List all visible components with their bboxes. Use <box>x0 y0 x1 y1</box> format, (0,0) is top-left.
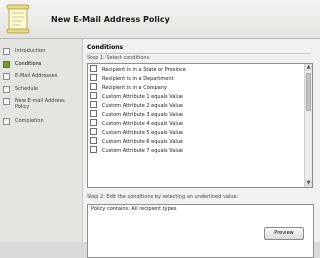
nav-step-schedule[interactable]: Schedule <box>3 86 38 94</box>
step2-label: Step 2: Edit the conditions by selecting… <box>87 194 239 200</box>
nav-step-label: Schedule <box>15 86 38 92</box>
condition-item[interactable]: Recipient is in a State or Province <box>90 65 186 73</box>
condition-checkbox[interactable] <box>90 74 97 81</box>
step1-label: Step 1: Select conditions: <box>87 55 151 61</box>
condition-label: Recipient is in a Department <box>102 76 174 82</box>
condition-checkbox[interactable] <box>90 101 97 108</box>
nav-step-label: Conditions <box>15 61 42 67</box>
conditions-list[interactable]: Recipient is in a State or Province Reci… <box>87 63 313 188</box>
condition-item[interactable]: Custom Attribute 6 equals Value <box>90 137 183 145</box>
conditions-scrollbar[interactable]: ▲ ▼ <box>304 64 312 187</box>
condition-checkbox[interactable] <box>90 146 97 153</box>
condition-label: Custom Attribute 2 equals Value <box>102 103 183 109</box>
condition-item[interactable]: Custom Attribute 7 equals Value <box>90 146 183 154</box>
scroll-up-icon[interactable]: ▲ <box>305 64 312 71</box>
condition-item[interactable]: Custom Attribute 4 equals Value <box>90 119 183 127</box>
page-title: Conditions <box>87 44 124 51</box>
title-divider <box>87 53 311 54</box>
step-status-icon <box>3 86 10 93</box>
preview-button[interactable]: Preview <box>264 227 304 240</box>
step-status-icon <box>3 48 10 55</box>
condition-label: Custom Attribute 5 equals Value <box>102 130 183 136</box>
condition-item[interactable]: Custom Attribute 2 equals Value <box>90 101 183 109</box>
condition-checkbox[interactable] <box>90 92 97 99</box>
nav-step-completion[interactable]: Completion <box>3 118 44 126</box>
condition-description: Policy contains: All recipient types <box>91 206 177 212</box>
nav-step-email-addresses[interactable]: E-Mail Addresses <box>3 73 57 81</box>
condition-checkbox[interactable] <box>90 128 97 135</box>
condition-item[interactable]: Recipient is in a Department <box>90 74 173 82</box>
condition-item[interactable]: Recipient is in a Company <box>90 83 167 91</box>
nav-step-label: Introduction <box>15 48 46 54</box>
condition-checkbox[interactable] <box>90 83 97 90</box>
condition-checkbox[interactable] <box>90 119 97 126</box>
condition-label: Custom Attribute 6 equals Value <box>102 139 183 145</box>
step-status-icon <box>3 118 10 125</box>
condition-item[interactable]: Custom Attribute 1 equals Value <box>90 92 183 100</box>
condition-checkbox[interactable] <box>90 137 97 144</box>
nav-step-label: New E-mail Address Policy <box>15 98 65 110</box>
scroll-down-icon[interactable]: ▼ <box>305 180 312 187</box>
step-status-icon <box>3 73 10 80</box>
condition-label: Custom Attribute 3 equals Value <box>102 112 183 118</box>
condition-label: Custom Attribute 1 equals Value <box>102 94 183 100</box>
condition-item[interactable]: Custom Attribute 3 equals Value <box>90 110 183 118</box>
nav-step-introduction[interactable]: Introduction <box>3 48 45 56</box>
step-status-icon <box>3 98 10 105</box>
scroll-thumb[interactable] <box>306 73 311 111</box>
condition-label: Recipient is in a Company <box>102 85 167 91</box>
wizard-step-nav: Introduction Conditions E-Mail Addresses… <box>0 39 83 242</box>
condition-label: Recipient is in a State or Province <box>102 67 187 73</box>
wizard-header: New E-Mail Address Policy <box>0 0 320 39</box>
condition-checkbox[interactable] <box>90 110 97 117</box>
wizard-window: New E-Mail Address Policy Introduction C… <box>0 0 320 258</box>
nav-step-new-policy[interactable]: New E-mail Address Policy <box>3 98 70 110</box>
nav-step-label: E-Mail Addresses <box>15 73 58 79</box>
nav-step-label: Completion <box>15 118 44 124</box>
wizard-scroll-icon <box>6 4 30 34</box>
condition-label: Custom Attribute 7 equals Value <box>102 148 183 154</box>
step-status-icon <box>3 61 10 68</box>
content-pane: Conditions Step 1: Select conditions: Re… <box>83 39 320 258</box>
condition-checkbox[interactable] <box>90 65 97 72</box>
nav-step-conditions[interactable]: Conditions <box>3 61 41 69</box>
window-title: New E-Mail Address Policy <box>51 15 170 24</box>
condition-item[interactable]: Custom Attribute 5 equals Value <box>90 128 183 136</box>
condition-label: Custom Attribute 4 equals Value <box>102 121 183 127</box>
